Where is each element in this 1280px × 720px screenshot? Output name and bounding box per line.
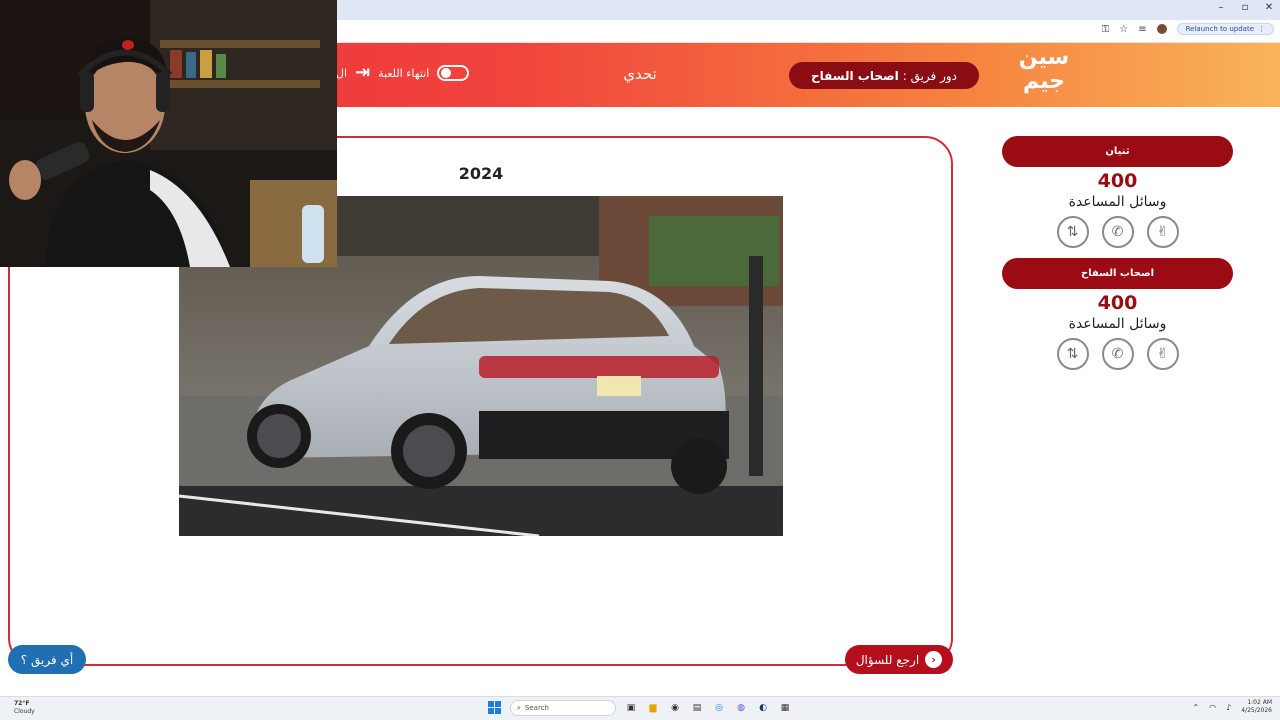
team-aids-label: وسائل المساعدة bbox=[1068, 194, 1167, 210]
terminal-icon[interactable]: ▤ bbox=[690, 701, 704, 715]
relaunch-button[interactable]: Relaunch to update ⋮ bbox=[1176, 23, 1274, 35]
phone-icon[interactable]: ✆ bbox=[1101, 216, 1134, 248]
key-icon[interactable]: ⚿ bbox=[1102, 24, 1110, 35]
team-panel-2: اصحاب السفاح 400 وسائل المساعدة ⇅ ✆ ✌ bbox=[1002, 258, 1233, 370]
search-icon: ⌕ bbox=[517, 703, 521, 712]
tab-search-icon[interactable]: ≡ bbox=[1138, 24, 1146, 35]
system-tray: ⌃ ◠ ♪ 1:02 AM 4/25/2026 bbox=[1192, 699, 1272, 715]
weather-temp: 72°F bbox=[14, 700, 30, 707]
windows-start-icon[interactable] bbox=[488, 701, 502, 715]
exit-arrow-icon[interactable]: ⇥ bbox=[355, 64, 370, 82]
swap-icon[interactable]: ⇅ bbox=[1056, 216, 1089, 248]
screen: – ▫ ✕ ⚿ ☆ ≡ Relaunch to update ⋮ سين جيم… bbox=[0, 0, 1280, 720]
turn-indicator: دور فريق : اصحاب السفاح bbox=[789, 62, 979, 89]
phone-icon[interactable]: ✆ bbox=[1101, 338, 1134, 370]
profile-avatar[interactable] bbox=[1156, 24, 1167, 34]
hand-icon[interactable]: ✌ bbox=[1146, 338, 1179, 370]
mode-title: تحدي bbox=[623, 65, 657, 83]
clock[interactable]: 1:02 AM 4/25/2026 bbox=[1241, 699, 1272, 715]
which-team-button[interactable]: أي فريق ؟ bbox=[8, 645, 86, 674]
toolbar-icons: ⚿ ☆ ≡ Relaunch to update ⋮ bbox=[1102, 23, 1274, 35]
team-score: 400 bbox=[1097, 292, 1138, 314]
team-name: اصحاب السفاح bbox=[1002, 258, 1233, 289]
end-game-control[interactable]: ال ⇥ انتهاء اللعبة bbox=[336, 64, 470, 82]
app-icon[interactable]: ▦ bbox=[778, 701, 792, 715]
aid-buttons: ⇅ ✆ ✌ bbox=[1002, 338, 1233, 370]
taskbar-search[interactable]: ⌕ Search bbox=[510, 700, 616, 716]
question-year: 2024 bbox=[458, 164, 504, 183]
turn-team: اصحاب السفاح bbox=[810, 68, 899, 83]
clock-date: 4/25/2026 bbox=[1241, 707, 1272, 714]
end-game-toggle[interactable] bbox=[437, 65, 470, 81]
windows-taskbar: 72°F Cloudy ⌕ Search ▣ ▆ ◉ ▤ ◎ ◍ ◐ ▦ ⌃ ◠… bbox=[0, 696, 1280, 720]
close-button[interactable]: ✕ bbox=[1264, 2, 1274, 13]
obs-icon[interactable]: ◉ bbox=[668, 701, 682, 715]
window-controls: – ▫ ✕ bbox=[1216, 2, 1274, 13]
back-to-question-button[interactable]: ‹ ارجع للسؤال bbox=[845, 645, 953, 674]
search-placeholder: Search bbox=[524, 704, 549, 712]
taskbar-apps: ⌕ Search ▣ ▆ ◉ ▤ ◎ ◍ ◐ ▦ bbox=[488, 700, 792, 716]
weather-widget[interactable]: 72°F Cloudy bbox=[14, 700, 35, 716]
which-team-label: أي فريق ؟ bbox=[20, 652, 74, 667]
minimize-button[interactable]: – bbox=[1216, 2, 1226, 13]
volume-icon[interactable]: ♪ bbox=[1226, 703, 1231, 712]
task-view-icon[interactable]: ▣ bbox=[624, 701, 638, 715]
maximize-button[interactable]: ▫ bbox=[1240, 2, 1250, 13]
hand-icon[interactable]: ✌ bbox=[1146, 216, 1179, 248]
logo-line2: جيم bbox=[1022, 69, 1066, 94]
aid-buttons: ⇅ ✆ ✌ bbox=[1002, 216, 1233, 248]
turn-prefix: دور فريق : bbox=[902, 68, 958, 83]
weather-desc: Cloudy bbox=[14, 708, 35, 715]
end-game-label: انتهاء اللعبة bbox=[378, 66, 430, 80]
swap-icon[interactable]: ⇅ bbox=[1056, 338, 1089, 370]
team-score: 400 bbox=[1097, 170, 1138, 192]
wifi-icon[interactable]: ◠ bbox=[1209, 703, 1216, 712]
team-name: ثنيان bbox=[1002, 136, 1233, 167]
logo-line1: سين bbox=[1018, 45, 1070, 70]
relaunch-label: Relaunch to update bbox=[1185, 25, 1254, 33]
chevron-up-icon[interactable]: ⌃ bbox=[1192, 703, 1199, 712]
team-panel-1: ثنيان 400 وسائل المساعدة ⇅ ✆ ✌ bbox=[1002, 136, 1233, 248]
back-to-question-label: ارجع للسؤال bbox=[855, 652, 920, 667]
webcam-image bbox=[0, 0, 337, 267]
clock-time: 1:02 AM bbox=[1247, 699, 1272, 706]
star-icon[interactable]: ☆ bbox=[1119, 24, 1128, 35]
discord-icon[interactable]: ◍ bbox=[734, 701, 748, 715]
toggle-knob bbox=[441, 68, 452, 78]
chrome-icon[interactable]: ◎ bbox=[712, 701, 726, 715]
exit-fragment: ال bbox=[336, 66, 348, 80]
more-menu-icon: ⋮ bbox=[1258, 25, 1265, 33]
steam-icon[interactable]: ◐ bbox=[756, 701, 770, 715]
game-logo[interactable]: سين جيم bbox=[1012, 46, 1076, 104]
chevron-left-icon: ‹ bbox=[925, 651, 943, 668]
webcam-overlay bbox=[0, 0, 337, 267]
team-aids-label: وسائل المساعدة bbox=[1068, 316, 1167, 332]
file-explorer-icon[interactable]: ▆ bbox=[646, 701, 660, 715]
